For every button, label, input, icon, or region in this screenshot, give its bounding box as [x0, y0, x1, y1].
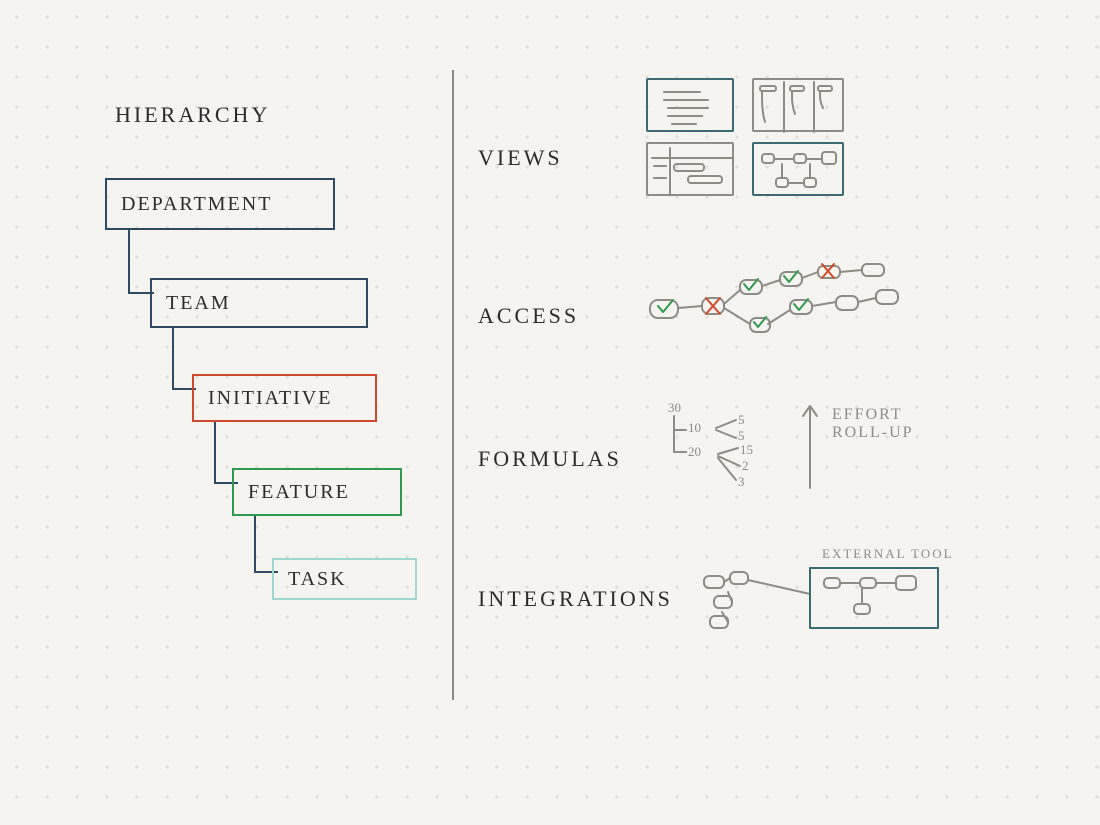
box-initiative-label: INITIATIVE: [208, 387, 332, 410]
access-graph-doodle: [640, 260, 940, 350]
hierarchy-title: HIERARCHY: [115, 102, 270, 128]
vertical-divider: [452, 70, 454, 700]
diagram-canvas: HIERARCHY DEPARTMENT TEAM INITIATIVE FEA…: [0, 0, 1100, 825]
formulas-doodle: 30 10 20 5 5 15 2 3 EFFORTROLL-UP: [660, 400, 980, 510]
box-team-label: TEAM: [166, 292, 231, 315]
title-access: ACCESS: [478, 303, 579, 329]
integrations-doodle: EXTERNAL TOOL: [700, 550, 1000, 660]
views-thumb-list: [646, 78, 734, 132]
title-views: VIEWS: [478, 145, 563, 171]
views-thumb-gantt: [646, 142, 734, 196]
views-thumb-graph: [752, 142, 844, 196]
title-formulas: FORMULAS: [478, 446, 622, 472]
box-department-label: DEPARTMENT: [121, 193, 272, 216]
box-feature-label: FEATURE: [248, 481, 350, 504]
box-department: DEPARTMENT: [105, 178, 335, 230]
formulas-caption: EFFORTROLL-UP: [832, 406, 914, 442]
box-task: TASK: [272, 558, 417, 600]
views-thumb-board: [752, 78, 844, 132]
box-team: TEAM: [150, 278, 368, 328]
title-integrations: INTEGRATIONS: [478, 586, 673, 612]
box-feature: FEATURE: [232, 468, 402, 516]
box-initiative: INITIATIVE: [192, 374, 377, 422]
box-task-label: TASK: [288, 568, 347, 591]
